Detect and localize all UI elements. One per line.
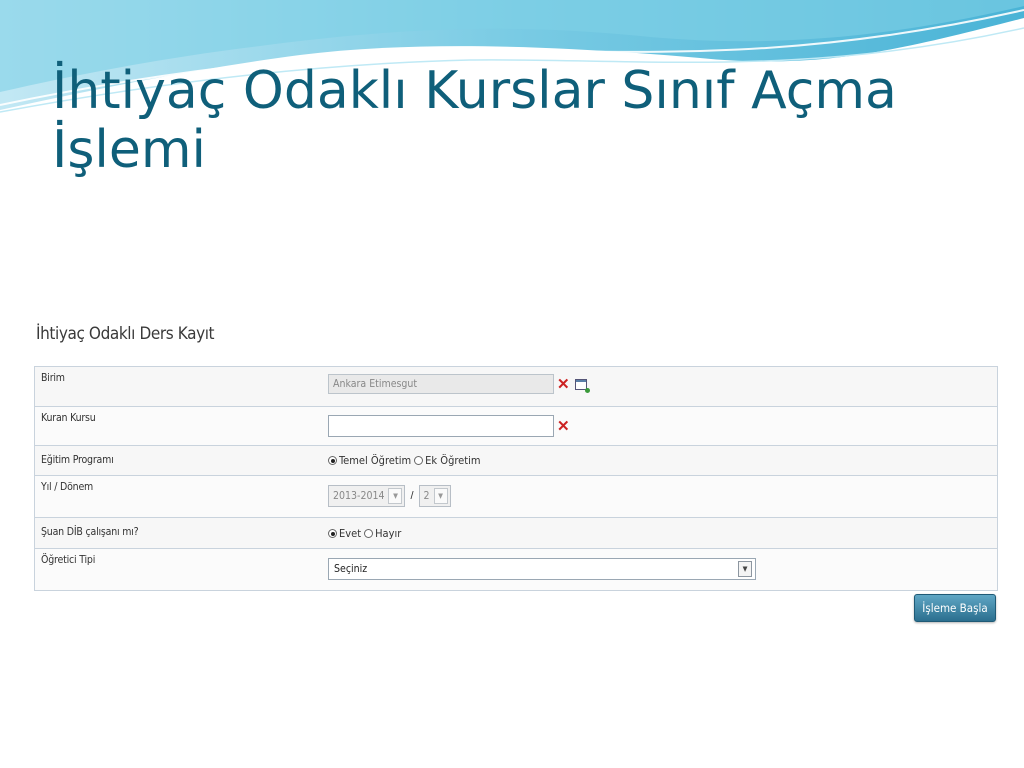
- term-chevron-down-icon: ▼: [433, 488, 448, 504]
- row-dib-calisani: Şuan DİB çalışanı mı? Evet Hayır: [35, 518, 997, 549]
- year-term-separator: /: [410, 490, 414, 502]
- slide-title-line-1: İhtiyaç Odaklı Kurslar Sınıf Açma: [52, 61, 897, 121]
- row-kuran-kursu: Kuran Kursu ✕: [35, 407, 997, 446]
- term-select[interactable]: 2 ▼: [418, 485, 451, 507]
- start-process-button[interactable]: İşleme Başla: [914, 594, 996, 622]
- radio-evet[interactable]: [328, 529, 337, 538]
- form-screenshot: İhtiyaç Odaklı Ders Kayıt Birim Ankara E…: [24, 312, 1000, 628]
- kuran-kursu-input[interactable]: [328, 415, 554, 437]
- ek-ogretim-label: Ek Öğretim: [425, 454, 481, 467]
- clear-birim-x-icon[interactable]: ✕: [557, 377, 570, 392]
- clear-kuran-kursu-x-icon[interactable]: ✕: [557, 419, 570, 434]
- radio-ek-ogretim[interactable]: [414, 456, 424, 465]
- birim-input[interactable]: Ankara Etimesgut: [328, 374, 554, 394]
- year-select[interactable]: 2013-2014 ▼: [328, 485, 406, 507]
- radio-temel-ogretim[interactable]: [328, 456, 337, 465]
- ogretici-tipi-select[interactable]: Seçiniz ▼: [328, 558, 756, 580]
- form-table: Birim Ankara Etimesgut ✕ Kuran Kursu ✕ E…: [34, 366, 998, 591]
- ogretici-tipi-value: Seçiniz: [334, 563, 368, 575]
- hayir-label: Hayır: [375, 527, 402, 540]
- birim-label: Birim: [41, 372, 65, 384]
- ogretici-tipi-label: Öğretici Tipi: [41, 554, 96, 566]
- kuran-kursu-label: Kuran Kursu: [41, 412, 96, 424]
- ogretici-tipi-chevron-down-icon: ▼: [738, 561, 752, 577]
- term-value: 2: [423, 490, 430, 502]
- temel-ogretim-label: Temel Öğretim: [339, 454, 412, 467]
- radio-hayir[interactable]: [364, 529, 374, 538]
- row-ogretici-tipi: Öğretici Tipi Seçiniz ▼: [35, 549, 997, 591]
- row-egitim-programi: Eğitim Programı Temel Öğretim Ek Öğretim: [35, 446, 997, 476]
- year-chevron-down-icon: ▼: [388, 488, 403, 504]
- slide-title-line-2: İşlemi: [52, 119, 206, 180]
- year-value: 2013-2014: [333, 490, 385, 502]
- panel-title: İhtiyaç Odaklı Ders Kayıt: [36, 324, 215, 344]
- yil-donem-label: Yıl / Dönem: [41, 481, 94, 493]
- row-yil-donem: Yıl / Dönem 2013-2014 ▼ / 2 ▼: [35, 476, 997, 518]
- row-birim: Birim Ankara Etimesgut ✕: [35, 367, 997, 407]
- slide-title: İhtiyaç Odaklı Kurslar Sınıf Açma İşlemi: [52, 62, 952, 180]
- select-birim-window-icon[interactable]: [574, 378, 590, 393]
- dib-calisani-label: Şuan DİB çalışanı mı?: [41, 526, 139, 538]
- evet-label: Evet: [339, 527, 362, 540]
- egitim-programi-label: Eğitim Programı: [41, 454, 114, 466]
